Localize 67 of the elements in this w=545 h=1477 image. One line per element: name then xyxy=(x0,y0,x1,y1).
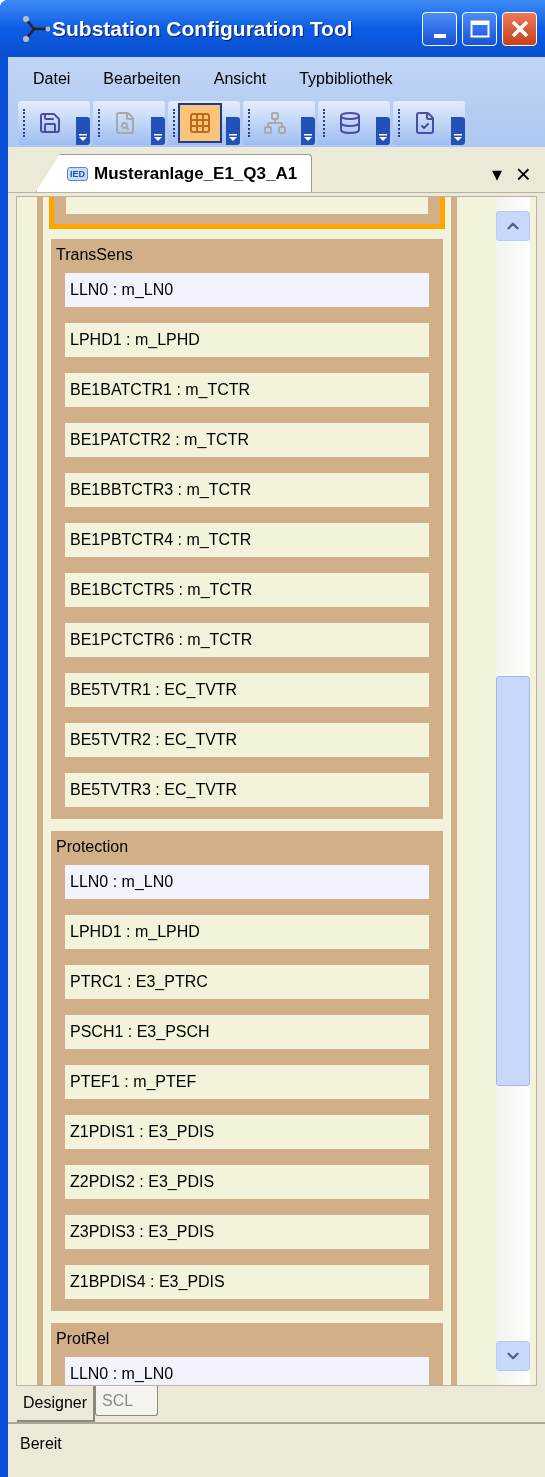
menu-item[interactable]: Bearbeiten xyxy=(103,67,181,91)
maximize-button[interactable] xyxy=(462,11,497,46)
scrollbar[interactable] xyxy=(496,197,530,1385)
tab-menu-button[interactable]: ▾ xyxy=(491,162,502,186)
logical-node[interactable]: Z1BPDIS4 : E3_PDIS xyxy=(65,1265,429,1299)
logical-node[interactable]: BE1PCTCTR6 : m_TCTR xyxy=(65,623,429,657)
minimize-button[interactable] xyxy=(422,11,457,46)
view-tab[interactable]: Designer xyxy=(17,1386,96,1422)
page-magnifier-icon xyxy=(113,111,137,135)
logical-node[interactable]: PTRC1 : E3_PTRC xyxy=(65,965,429,999)
logical-node[interactable]: BE5TVTR1 : EC_TVTR xyxy=(65,673,429,707)
menu-item[interactable]: Ansicht xyxy=(213,67,267,91)
logical-node[interactable]: BE5TVTR2 : EC_TVTR xyxy=(65,723,429,757)
logical-node[interactable]: Z1PDIS1 : E3_PDIS xyxy=(65,1115,429,1149)
logical-node[interactable]: Z2PDIS2 : E3_PDIS xyxy=(65,1165,429,1199)
app-logo-icon xyxy=(22,14,50,43)
logical-node[interactable]: BE1BBTCTR3 : m_TCTR xyxy=(65,473,429,507)
caret-icon xyxy=(454,134,462,141)
group-title: TransSens xyxy=(55,245,134,265)
grid-icon xyxy=(188,111,212,135)
logical-node[interactable]: LLN0 : m_LN0 xyxy=(65,865,429,899)
group-title: ProtRel xyxy=(55,1329,111,1349)
dropdown-button[interactable] xyxy=(226,117,240,145)
logical-node[interactable]: LPHD1 : m_LPHD xyxy=(65,323,429,357)
checked-document-icon xyxy=(413,111,437,135)
logical-node[interactable]: BE5TVTR3 : EC_TVTR xyxy=(65,773,429,807)
caret-icon xyxy=(379,134,387,141)
dropdown-button[interactable] xyxy=(301,117,315,145)
toolbar-button[interactable] xyxy=(178,103,222,143)
menu-item[interactable]: Datei xyxy=(33,67,71,91)
logical-node[interactable]: LLN0 : m_LN0 xyxy=(65,273,429,307)
logical-node[interactable]: BE1BCTCTR5 : m_TCTR xyxy=(65,573,429,607)
window-title: Substation Configuration Tool xyxy=(52,15,353,42)
logical-node[interactable]: BE1PBTCTR4 : m_TCTR xyxy=(65,523,429,557)
status-text: Bereit xyxy=(20,1434,62,1454)
close-tab-button[interactable]: × xyxy=(515,162,531,186)
dropdown-button[interactable] xyxy=(151,117,165,145)
menu-item[interactable]: Typbibliothek xyxy=(299,67,393,91)
caret-icon xyxy=(304,134,312,141)
caret-icon xyxy=(79,134,87,141)
ied-badge: IED xyxy=(67,166,88,181)
database-icon xyxy=(338,111,362,135)
group-title: Protection xyxy=(55,837,130,857)
logical-device-group[interactable]: ProtRel LLN0 : m_LN0 xyxy=(49,1321,445,1385)
logical-device-group[interactable]: Protection LLN0 : m_LN0 LPHD1 : m_LPHD PTRC1 : E3_PTRC PSCH1 : E3_PSCH PTEF1 : m_PTEF Z1PDIS1 : E3_PDIS Z2PDIS2 : E3_PDIS Z3PDIS3 : E3_PDIS Z1BPDIS4 : E3_PDIS xyxy=(49,829,445,1313)
caret-icon xyxy=(154,134,162,141)
document-tab[interactable]: IED Musteranlage_E1_Q3_A1 xyxy=(36,154,313,192)
document-title: Musteranlage_E1_Q3_A1 xyxy=(94,162,298,185)
minimize-icon xyxy=(433,33,446,38)
logical-node[interactable]: BE1BATCTR1 : m_TCTR xyxy=(65,373,429,407)
logical-node[interactable]: BE1PATCTR2 : m_TCTR xyxy=(65,423,429,457)
scroll-up-button[interactable] xyxy=(496,211,530,241)
caret-icon xyxy=(229,134,237,141)
dropdown-button[interactable] xyxy=(76,117,90,145)
maximize-icon xyxy=(469,19,490,38)
hierarchy-icon xyxy=(263,111,287,135)
logical-node[interactable]: Z3PDIS3 : E3_PDIS xyxy=(65,1215,429,1249)
dropdown-button[interactable] xyxy=(376,117,390,145)
scroll-down-button[interactable] xyxy=(496,1341,530,1371)
close-icon xyxy=(509,18,530,39)
logical-node[interactable]: LLN0 : m_LN0 xyxy=(65,1357,429,1385)
close-button[interactable] xyxy=(502,11,537,46)
logical-node[interactable]: LPHD1 : m_LPHD xyxy=(65,915,429,949)
logical-node[interactable]: PTEF1 : m_PTEF xyxy=(65,1065,429,1099)
logical-node[interactable]: PSCH1 : E3_PSCH xyxy=(65,1015,429,1049)
scroll-thumb[interactable] xyxy=(496,676,530,1086)
dropdown-button[interactable] xyxy=(451,117,465,145)
